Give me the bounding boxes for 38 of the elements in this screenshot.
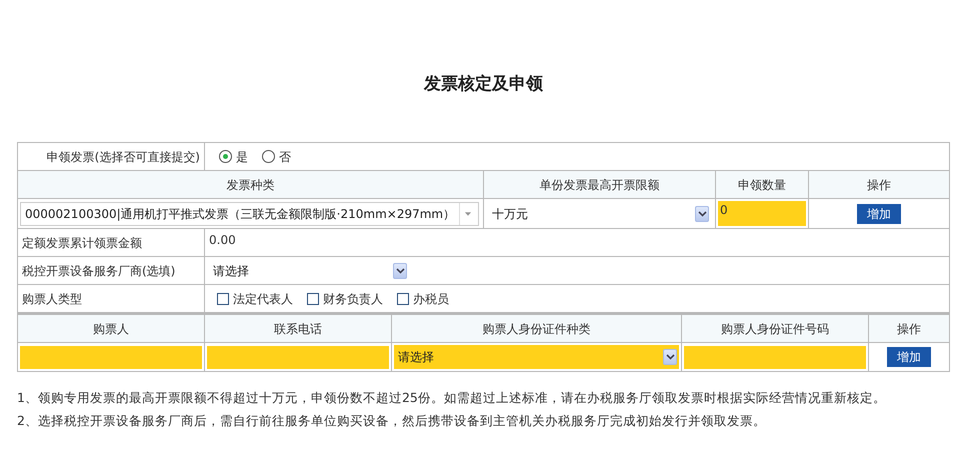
- column-header: 操作: [897, 320, 921, 338]
- id-number-input[interactable]: [684, 346, 866, 368]
- phone-input[interactable]: [207, 346, 389, 368]
- id-type-dropdown[interactable]: 请选择: [394, 345, 679, 369]
- form-label: 定额发票累计领票金额: [22, 234, 142, 252]
- page-title: 发票核定及申领: [422, 73, 544, 96]
- radio-label: 是: [236, 148, 248, 166]
- checkbox[interactable]: [217, 292, 229, 304]
- form-label: 申领发票(选择否可直接提交): [46, 148, 200, 166]
- checkbox-label: 办税员: [413, 290, 449, 308]
- note-text: 1、领购专用发票的最高开票限额不得超过十万元，申领份数不超过25份。如需超过上述标准，请在办税服务厅领取发票时根据实际经营情况重新核定。: [17, 389, 887, 407]
- column-header: 购票人: [93, 320, 129, 338]
- radio-label: 否: [279, 148, 291, 166]
- limit-dropdown[interactable]: 十万元: [488, 202, 711, 226]
- invoice-type-dropdown[interactable]: 000002100300|通用机打平推式发票（三联无金额限制版·210mm×297mm）: [20, 202, 479, 226]
- column-header: 购票人身份证件种类: [482, 320, 590, 338]
- form-label: 税控开票设备服务厂商(选填): [22, 262, 176, 280]
- amount-value: 0.00: [209, 232, 236, 249]
- vendor-dropdown[interactable]: 请选择: [209, 258, 409, 282]
- radio-button[interactable]: [219, 150, 232, 163]
- radio-button[interactable]: [262, 150, 275, 163]
- checkbox[interactable]: [397, 292, 409, 304]
- checkbox-label: 财务负责人: [323, 290, 383, 308]
- column-header: 单份发票最高开票限额: [540, 176, 660, 194]
- column-header: 发票种类: [226, 176, 274, 194]
- checkbox[interactable]: [307, 292, 319, 304]
- note-text: 2、选择税控开票设备服务厂商后，需自行前往服务单位购买设备，然后携带设备到主管机关办税服务厅完成初始发行并领取发票。: [17, 412, 767, 430]
- buyer-input[interactable]: [20, 346, 202, 368]
- quantity-input[interactable]: 0: [718, 201, 806, 226]
- column-header: 联系电话: [274, 320, 322, 338]
- form-label: 购票人类型: [22, 290, 82, 308]
- add-button[interactable]: 增加: [887, 347, 931, 367]
- column-header: 操作: [867, 176, 891, 194]
- column-header: 购票人身份证件号码: [721, 320, 829, 338]
- dropdown-arrow-icon: [464, 210, 472, 216]
- add-button[interactable]: 增加: [857, 204, 901, 224]
- column-header: 申领数量: [738, 176, 786, 194]
- checkbox-label: 法定代表人: [233, 290, 293, 308]
